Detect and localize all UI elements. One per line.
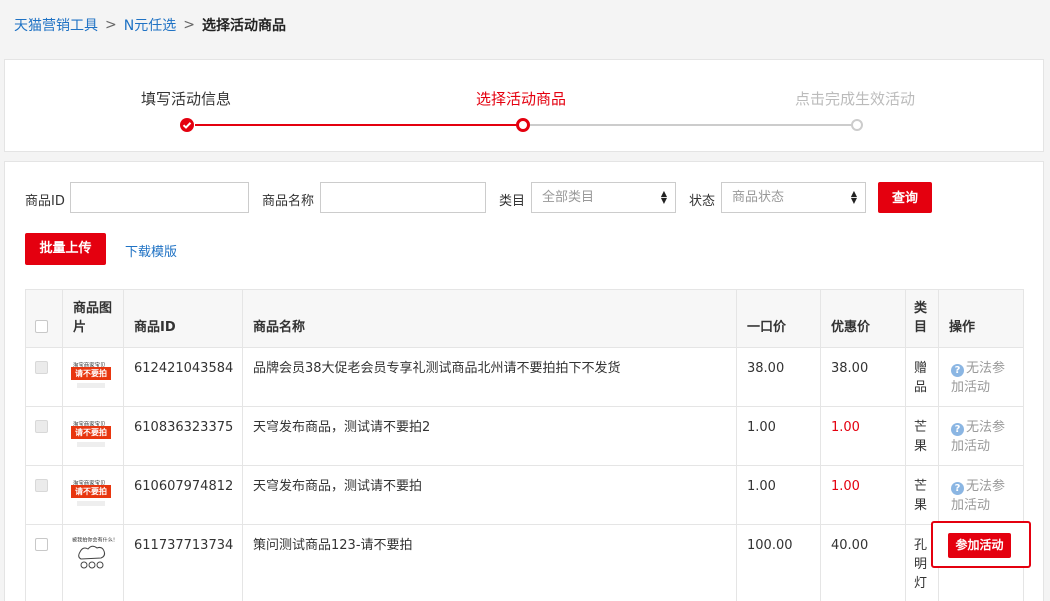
table-row: 被我拍你会有什么！ 611737713734 策问测试商品123-请不要拍 10… [25, 521, 1031, 601]
col-action: 操作 [938, 289, 1024, 348]
question-icon: ? [951, 482, 964, 495]
goods-category: 赠品 [905, 347, 939, 407]
col-id: 商品ID [123, 289, 243, 348]
col-category: 类目 [905, 289, 939, 348]
table-row: 淘宝商家宝贝 请不要拍 612421043584 品牌会员38大促老会员专享礼测… [25, 347, 1024, 407]
filter-bar: 商品ID 商品名称 类目 全部类目 ▲ ▼ 状态 商品状态 ▲ ▼ 查询 [5, 182, 1043, 214]
query-button[interactable]: 查询 [878, 182, 932, 213]
goods-category: 芒果 [905, 406, 939, 466]
select-arrows-icon: ▲ ▼ [850, 189, 857, 205]
table-header-row: 商品图片 商品ID 商品名称 一口价 优惠价 类目 操作 [25, 289, 1024, 348]
row-checkbox[interactable] [35, 479, 48, 492]
col-image: 商品图片 [62, 289, 124, 348]
cannot-join-text: ? 无法参加活动 [938, 406, 1024, 466]
goods-image[interactable]: 淘宝商家宝贝 请不要拍 [71, 472, 111, 512]
goods-image[interactable]: 被我拍你会有什么！ [72, 532, 118, 572]
goods-promo-price: 1.00 [820, 465, 906, 525]
join-action-highlight: 参加活动 [931, 521, 1031, 568]
breadcrumb-tmall-tools[interactable]: 天猫营销工具 [14, 15, 98, 35]
breadcrumb-separator: > [183, 17, 195, 33]
goods-panel: 商品ID 商品名称 类目 全部类目 ▲ ▼ 状态 商品状态 ▲ ▼ 查询 批量上传 … [4, 161, 1044, 601]
cartoon-image-icon [78, 545, 106, 569]
select-all-checkbox[interactable] [35, 320, 48, 333]
step-pending-line [530, 124, 856, 126]
goods-id-input[interactable] [70, 182, 249, 213]
step-progress-line [195, 124, 521, 126]
status-select-value: 商品状态 [732, 190, 785, 205]
breadcrumb-current: 选择活动商品 [201, 18, 286, 34]
goods-promo-price: 40.00 [820, 524, 906, 601]
row-checkbox[interactable] [35, 538, 48, 551]
filter-name-label: 商品名称 [262, 194, 315, 209]
batch-upload-button[interactable]: 批量上传 [25, 233, 106, 265]
goods-price: 1.00 [736, 465, 821, 525]
steps-panel: 填写活动信息 选择活动商品 点击完成生效活动 [4, 59, 1044, 152]
join-activity-button[interactable]: 参加活动 [948, 533, 1011, 558]
col-name: 商品名称 [242, 289, 737, 348]
table-row: 淘宝商家宝贝 请不要拍 610836323375 天穹发布商品，测试请不要拍2 … [25, 406, 1024, 466]
row-checkbox[interactable] [35, 361, 48, 374]
goods-name: 天穹发布商品，测试请不要拍 [242, 465, 737, 525]
goods-name: 品牌会员38大促老会员专享礼测试商品北州请不要拍拍下不发货 [242, 347, 737, 407]
step-1-label: 填写活动信息 [141, 90, 232, 108]
goods-id: 612421043584 [123, 347, 243, 407]
select-arrows-icon: ▲ ▼ [660, 189, 667, 205]
filter-status-label: 状态 [689, 194, 716, 209]
step-3-label: 点击完成生效活动 [795, 90, 916, 108]
goods-price: 1.00 [736, 406, 821, 466]
goods-table: 商品图片 商品ID 商品名称 一口价 优惠价 类目 操作 淘宝商家宝贝 请不要拍 [25, 289, 1031, 601]
step-2-current-icon [516, 118, 530, 132]
goods-id: 610607974812 [123, 465, 243, 525]
step-1-check-icon [180, 118, 194, 132]
step-3-pending-icon [851, 119, 863, 131]
goods-name: 策问测试商品123-请不要拍 [242, 524, 737, 601]
row-checkbox[interactable] [35, 420, 48, 433]
goods-price: 100.00 [736, 524, 821, 601]
goods-name: 天穹发布商品，测试请不要拍2 [242, 406, 737, 466]
breadcrumb-n-yuan[interactable]: N元任选 [124, 15, 176, 35]
filter-id-label: 商品ID [25, 194, 65, 209]
goods-name-input[interactable] [320, 182, 486, 213]
table-row: 淘宝商家宝贝 请不要拍 610607974812 天穹发布商品，测试请不要拍 1… [25, 465, 1024, 525]
filter-category-label: 类目 [499, 194, 526, 209]
goods-promo-price: 38.00 [820, 347, 906, 407]
goods-image[interactable]: 淘宝商家宝贝 请不要拍 [71, 413, 111, 453]
goods-promo-price: 1.00 [820, 406, 906, 466]
download-template-link[interactable]: 下载模版 [125, 241, 177, 260]
question-icon: ? [951, 423, 964, 436]
col-price: 一口价 [736, 289, 821, 348]
question-icon: ? [951, 364, 964, 377]
col-promo-price: 优惠价 [820, 289, 906, 348]
breadcrumb: 天猫营销工具 > N元任选 > 选择活动商品 [14, 15, 286, 35]
goods-id: 610836323375 [123, 406, 243, 466]
goods-id: 611737713734 [123, 524, 243, 601]
status-select[interactable]: 商品状态 ▲ ▼ [721, 182, 866, 213]
category-select[interactable]: 全部类目 ▲ ▼ [531, 182, 676, 213]
cannot-join-text: ? 无法参加活动 [938, 465, 1024, 525]
goods-image[interactable]: 淘宝商家宝贝 请不要拍 [71, 354, 111, 394]
cannot-join-text: ? 无法参加活动 [938, 347, 1024, 407]
breadcrumb-separator: > [105, 17, 117, 33]
goods-price: 38.00 [736, 347, 821, 407]
category-select-value: 全部类目 [542, 190, 595, 205]
step-2-label: 选择活动商品 [476, 90, 567, 108]
goods-category: 芒果 [905, 465, 939, 525]
